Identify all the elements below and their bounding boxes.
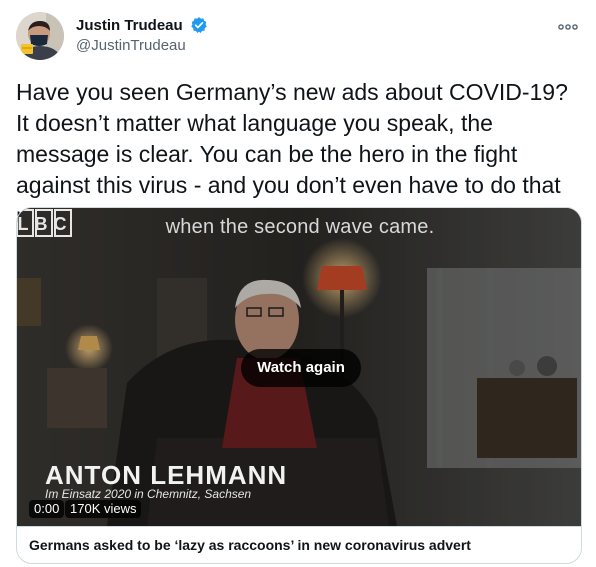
more-options-icon[interactable] (556, 18, 580, 36)
video-player[interactable]: when the second wave came. LBC Watch aga… (17, 208, 581, 526)
display-name[interactable]: Justin Trudeau (76, 17, 183, 34)
verified-badge-icon (191, 17, 207, 33)
video-location-overlay: Im Einsatz 2020 in Chemnitz, Sachsen (45, 487, 252, 501)
lbc-logo: LBC (17, 209, 73, 237)
watch-again-button[interactable]: Watch again (241, 349, 361, 387)
lbc-logo-text: LBC (18, 214, 73, 234)
tweet-header: Justin Trudeau @JustinTrudeau (16, 12, 582, 62)
video-views-badge: 170K views (65, 500, 142, 518)
media-card[interactable]: when the second wave came. LBC Watch aga… (16, 207, 582, 564)
card-title[interactable]: Germans asked to be ‘lazy as raccoons’ i… (17, 526, 581, 563)
author-info: Justin Trudeau @JustinTrudeau (76, 16, 208, 54)
video-time-badge: 0:00 (29, 500, 65, 518)
avatar[interactable] (16, 12, 64, 60)
video-subtitle: when the second wave came. (165, 216, 435, 238)
handle[interactable]: @JustinTrudeau (76, 37, 208, 54)
profile-photo-icon (16, 12, 64, 60)
